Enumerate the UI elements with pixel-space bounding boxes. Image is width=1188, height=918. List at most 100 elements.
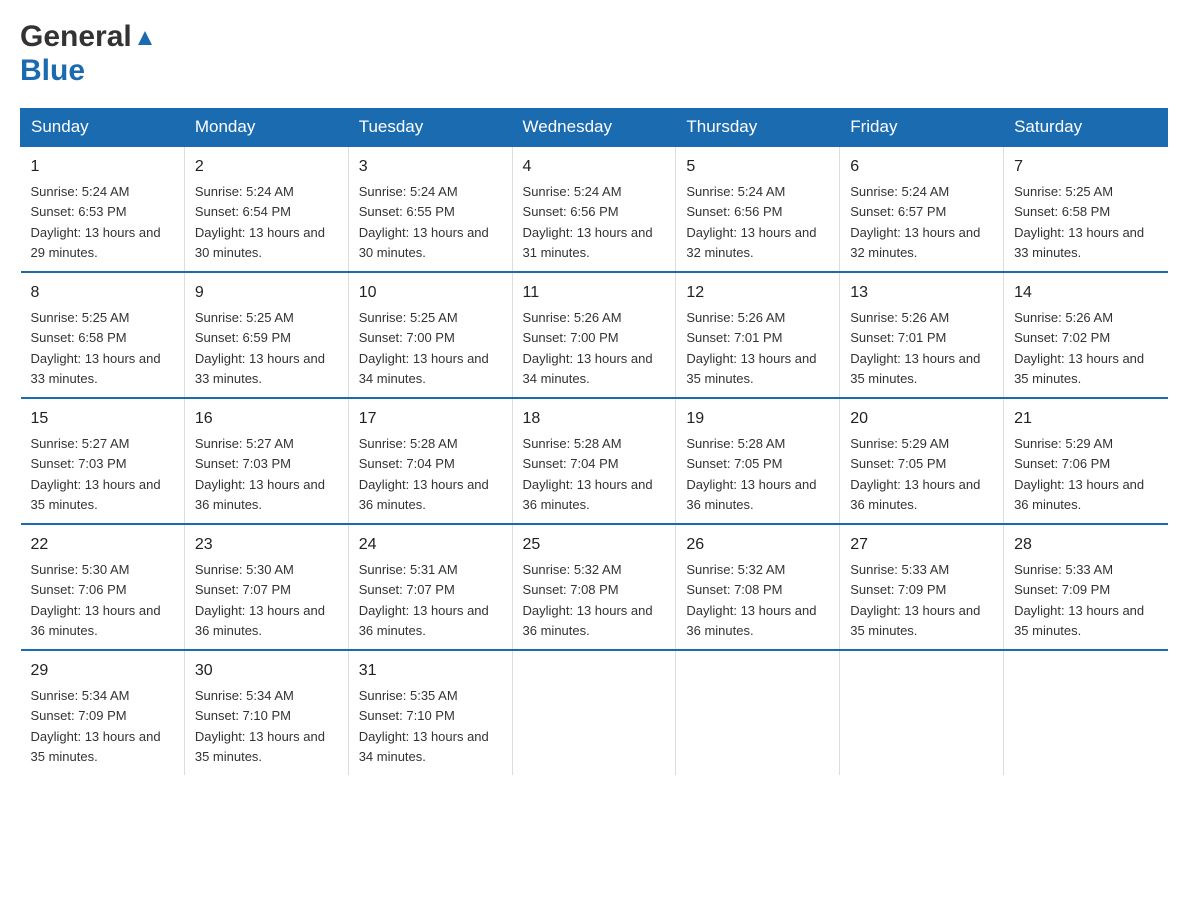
calendar-cell: 19 Sunrise: 5:28 AMSunset: 7:05 PMDaylig… <box>676 398 840 524</box>
calendar-header-row: SundayMondayTuesdayWednesdayThursdayFrid… <box>21 109 1168 147</box>
calendar-cell: 9 Sunrise: 5:25 AMSunset: 6:59 PMDayligh… <box>184 272 348 398</box>
day-info: Sunrise: 5:24 AMSunset: 6:53 PMDaylight:… <box>31 184 161 260</box>
calendar-cell: 6 Sunrise: 5:24 AMSunset: 6:57 PMDayligh… <box>840 146 1004 272</box>
day-info: Sunrise: 5:26 AMSunset: 7:01 PMDaylight:… <box>686 310 816 386</box>
calendar-cell: 18 Sunrise: 5:28 AMSunset: 7:04 PMDaylig… <box>512 398 676 524</box>
day-info: Sunrise: 5:25 AMSunset: 6:58 PMDaylight:… <box>31 310 161 386</box>
day-info: Sunrise: 5:26 AMSunset: 7:02 PMDaylight:… <box>1014 310 1144 386</box>
day-info: Sunrise: 5:32 AMSunset: 7:08 PMDaylight:… <box>523 562 653 638</box>
calendar-cell: 31 Sunrise: 5:35 AMSunset: 7:10 PMDaylig… <box>348 650 512 775</box>
day-number: 1 <box>31 155 174 179</box>
day-number: 22 <box>31 533 174 557</box>
day-number: 12 <box>686 281 829 305</box>
calendar-cell: 15 Sunrise: 5:27 AMSunset: 7:03 PMDaylig… <box>21 398 185 524</box>
day-number: 15 <box>31 407 174 431</box>
calendar-cell: 1 Sunrise: 5:24 AMSunset: 6:53 PMDayligh… <box>21 146 185 272</box>
day-info: Sunrise: 5:30 AMSunset: 7:07 PMDaylight:… <box>195 562 325 638</box>
day-number: 19 <box>686 407 829 431</box>
calendar-cell: 16 Sunrise: 5:27 AMSunset: 7:03 PMDaylig… <box>184 398 348 524</box>
day-info: Sunrise: 5:25 AMSunset: 7:00 PMDaylight:… <box>359 310 489 386</box>
header-thursday: Thursday <box>676 109 840 147</box>
calendar-cell <box>676 650 840 775</box>
calendar-week-2: 8 Sunrise: 5:25 AMSunset: 6:58 PMDayligh… <box>21 272 1168 398</box>
calendar-cell <box>1004 650 1168 775</box>
day-info: Sunrise: 5:30 AMSunset: 7:06 PMDaylight:… <box>31 562 161 638</box>
day-number: 18 <box>523 407 666 431</box>
day-number: 11 <box>523 281 666 305</box>
day-info: Sunrise: 5:27 AMSunset: 7:03 PMDaylight:… <box>31 436 161 512</box>
day-info: Sunrise: 5:24 AMSunset: 6:56 PMDaylight:… <box>523 184 653 260</box>
day-number: 26 <box>686 533 829 557</box>
day-number: 6 <box>850 155 993 179</box>
logo-triangle-icon <box>134 27 156 49</box>
calendar-week-1: 1 Sunrise: 5:24 AMSunset: 6:53 PMDayligh… <box>21 146 1168 272</box>
day-info: Sunrise: 5:28 AMSunset: 7:04 PMDaylight:… <box>523 436 653 512</box>
logo: General Blue <box>20 20 156 88</box>
day-info: Sunrise: 5:24 AMSunset: 6:55 PMDaylight:… <box>359 184 489 260</box>
day-number: 23 <box>195 533 338 557</box>
calendar-cell: 3 Sunrise: 5:24 AMSunset: 6:55 PMDayligh… <box>348 146 512 272</box>
header-wednesday: Wednesday <box>512 109 676 147</box>
calendar-cell <box>840 650 1004 775</box>
calendar-cell: 24 Sunrise: 5:31 AMSunset: 7:07 PMDaylig… <box>348 524 512 650</box>
day-info: Sunrise: 5:24 AMSunset: 6:56 PMDaylight:… <box>686 184 816 260</box>
day-info: Sunrise: 5:32 AMSunset: 7:08 PMDaylight:… <box>686 562 816 638</box>
header-tuesday: Tuesday <box>348 109 512 147</box>
calendar-cell: 21 Sunrise: 5:29 AMSunset: 7:06 PMDaylig… <box>1004 398 1168 524</box>
day-info: Sunrise: 5:28 AMSunset: 7:04 PMDaylight:… <box>359 436 489 512</box>
day-number: 28 <box>1014 533 1157 557</box>
day-number: 21 <box>1014 407 1157 431</box>
calendar-cell: 14 Sunrise: 5:26 AMSunset: 7:02 PMDaylig… <box>1004 272 1168 398</box>
day-number: 5 <box>686 155 829 179</box>
day-number: 20 <box>850 407 993 431</box>
day-info: Sunrise: 5:29 AMSunset: 7:06 PMDaylight:… <box>1014 436 1144 512</box>
day-number: 14 <box>1014 281 1157 305</box>
calendar-cell: 10 Sunrise: 5:25 AMSunset: 7:00 PMDaylig… <box>348 272 512 398</box>
day-number: 24 <box>359 533 502 557</box>
page-header: General Blue <box>20 20 1168 88</box>
day-info: Sunrise: 5:34 AMSunset: 7:09 PMDaylight:… <box>31 688 161 764</box>
calendar-table: SundayMondayTuesdayWednesdayThursdayFrid… <box>20 108 1168 775</box>
calendar-cell: 26 Sunrise: 5:32 AMSunset: 7:08 PMDaylig… <box>676 524 840 650</box>
day-info: Sunrise: 5:29 AMSunset: 7:05 PMDaylight:… <box>850 436 980 512</box>
header-monday: Monday <box>184 109 348 147</box>
header-saturday: Saturday <box>1004 109 1168 147</box>
calendar-cell: 23 Sunrise: 5:30 AMSunset: 7:07 PMDaylig… <box>184 524 348 650</box>
day-number: 7 <box>1014 155 1157 179</box>
calendar-cell: 30 Sunrise: 5:34 AMSunset: 7:10 PMDaylig… <box>184 650 348 775</box>
calendar-cell: 17 Sunrise: 5:28 AMSunset: 7:04 PMDaylig… <box>348 398 512 524</box>
calendar-cell: 2 Sunrise: 5:24 AMSunset: 6:54 PMDayligh… <box>184 146 348 272</box>
day-number: 13 <box>850 281 993 305</box>
calendar-cell: 5 Sunrise: 5:24 AMSunset: 6:56 PMDayligh… <box>676 146 840 272</box>
logo-blue-text: Blue <box>20 54 85 87</box>
calendar-week-5: 29 Sunrise: 5:34 AMSunset: 7:09 PMDaylig… <box>21 650 1168 775</box>
logo-general-text: General <box>20 20 132 54</box>
calendar-cell: 12 Sunrise: 5:26 AMSunset: 7:01 PMDaylig… <box>676 272 840 398</box>
day-info: Sunrise: 5:31 AMSunset: 7:07 PMDaylight:… <box>359 562 489 638</box>
calendar-cell <box>512 650 676 775</box>
day-info: Sunrise: 5:25 AMSunset: 6:58 PMDaylight:… <box>1014 184 1144 260</box>
day-info: Sunrise: 5:26 AMSunset: 7:01 PMDaylight:… <box>850 310 980 386</box>
calendar-cell: 25 Sunrise: 5:32 AMSunset: 7:08 PMDaylig… <box>512 524 676 650</box>
day-number: 3 <box>359 155 502 179</box>
day-number: 10 <box>359 281 502 305</box>
day-number: 9 <box>195 281 338 305</box>
day-info: Sunrise: 5:28 AMSunset: 7:05 PMDaylight:… <box>686 436 816 512</box>
calendar-cell: 13 Sunrise: 5:26 AMSunset: 7:01 PMDaylig… <box>840 272 1004 398</box>
day-number: 8 <box>31 281 174 305</box>
day-info: Sunrise: 5:33 AMSunset: 7:09 PMDaylight:… <box>850 562 980 638</box>
calendar-cell: 8 Sunrise: 5:25 AMSunset: 6:58 PMDayligh… <box>21 272 185 398</box>
day-number: 25 <box>523 533 666 557</box>
calendar-cell: 22 Sunrise: 5:30 AMSunset: 7:06 PMDaylig… <box>21 524 185 650</box>
calendar-cell: 20 Sunrise: 5:29 AMSunset: 7:05 PMDaylig… <box>840 398 1004 524</box>
day-info: Sunrise: 5:34 AMSunset: 7:10 PMDaylight:… <box>195 688 325 764</box>
day-number: 4 <box>523 155 666 179</box>
calendar-week-4: 22 Sunrise: 5:30 AMSunset: 7:06 PMDaylig… <box>21 524 1168 650</box>
day-number: 2 <box>195 155 338 179</box>
day-info: Sunrise: 5:25 AMSunset: 6:59 PMDaylight:… <box>195 310 325 386</box>
day-info: Sunrise: 5:26 AMSunset: 7:00 PMDaylight:… <box>523 310 653 386</box>
day-info: Sunrise: 5:27 AMSunset: 7:03 PMDaylight:… <box>195 436 325 512</box>
day-number: 31 <box>359 659 502 683</box>
day-info: Sunrise: 5:35 AMSunset: 7:10 PMDaylight:… <box>359 688 489 764</box>
day-number: 27 <box>850 533 993 557</box>
